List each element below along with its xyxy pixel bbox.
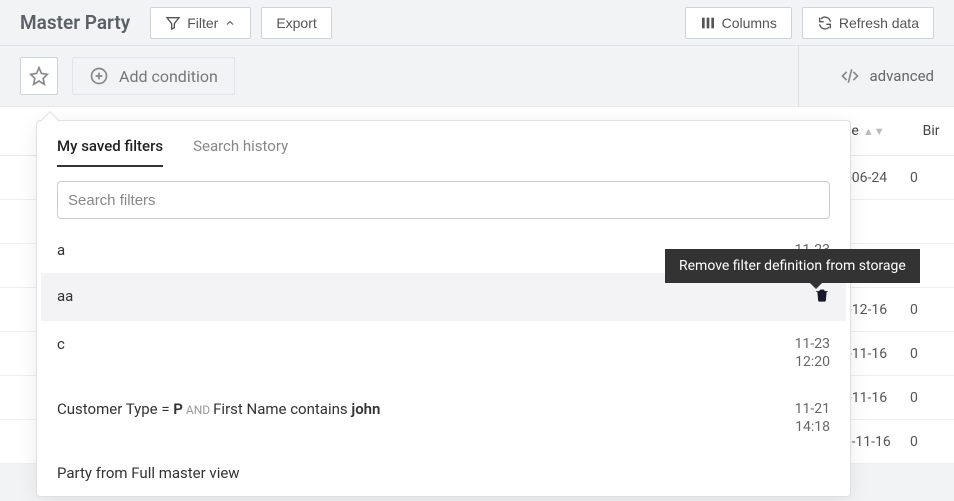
popover-tabs: My saved filters Search history (37, 121, 850, 167)
columns-button-label: Columns (722, 15, 777, 31)
filter-button[interactable]: Filter (150, 7, 251, 39)
page-title: Master Party (20, 11, 130, 34)
delete-filter-button[interactable] (814, 287, 830, 307)
add-condition-label: Add condition (119, 67, 218, 86)
vertical-divider (798, 46, 799, 106)
columns-button[interactable]: Columns (685, 7, 792, 39)
advanced-link[interactable]: advanced (810, 66, 934, 86)
saved-filter-item[interactable]: c 11-23 12:20 (41, 321, 846, 385)
saved-filter-item[interactable]: Customer Type = P AND First Name contain… (41, 386, 846, 450)
filter-button-label: Filter (187, 15, 218, 31)
top-toolbar: Master Party Filter Export Columns Refre… (0, 0, 954, 46)
delete-filter-tooltip: Remove filter definition from storage (665, 249, 920, 283)
refresh-icon (817, 15, 833, 31)
search-filters-input[interactable] (57, 181, 830, 219)
chevron-up-icon (224, 17, 236, 29)
advanced-label: advanced (870, 67, 934, 85)
saved-filters-popover: My saved filters Search history a 11-23 … (36, 120, 851, 497)
plus-circle-icon (89, 66, 109, 86)
filter-icon (165, 15, 181, 31)
saved-filter-item[interactable]: Party from Full master view (41, 450, 846, 496)
add-condition-button[interactable]: Add condition (72, 57, 235, 95)
export-button[interactable]: Export (261, 7, 331, 39)
filter-bar: Add condition advanced (0, 46, 954, 106)
column-bir[interactable]: Bir (913, 123, 950, 139)
trash-icon (814, 287, 830, 303)
saved-filter-time: 11-23 12:20 (795, 335, 830, 371)
saved-filter-name: aa (57, 287, 814, 305)
sort-icon: ▲▼ (863, 125, 885, 138)
refresh-button-label: Refresh data (839, 15, 919, 31)
saved-filter-name: c (57, 335, 795, 353)
star-icon (29, 66, 49, 86)
saved-filter-name: Party from Full master view (57, 464, 830, 482)
favorite-button[interactable] (20, 57, 58, 95)
columns-icon (700, 15, 716, 31)
code-icon (840, 66, 860, 86)
tab-my-saved-filters[interactable]: My saved filters (57, 137, 163, 167)
column-bir-label: Bir (923, 123, 940, 139)
saved-filter-time: 11-21 14:18 (795, 400, 830, 436)
refresh-button[interactable]: Refresh data (802, 7, 934, 39)
tab-search-history[interactable]: Search history (193, 137, 288, 167)
saved-filter-name: Customer Type = P AND First Name contain… (57, 400, 795, 418)
export-button-label: Export (276, 15, 316, 31)
